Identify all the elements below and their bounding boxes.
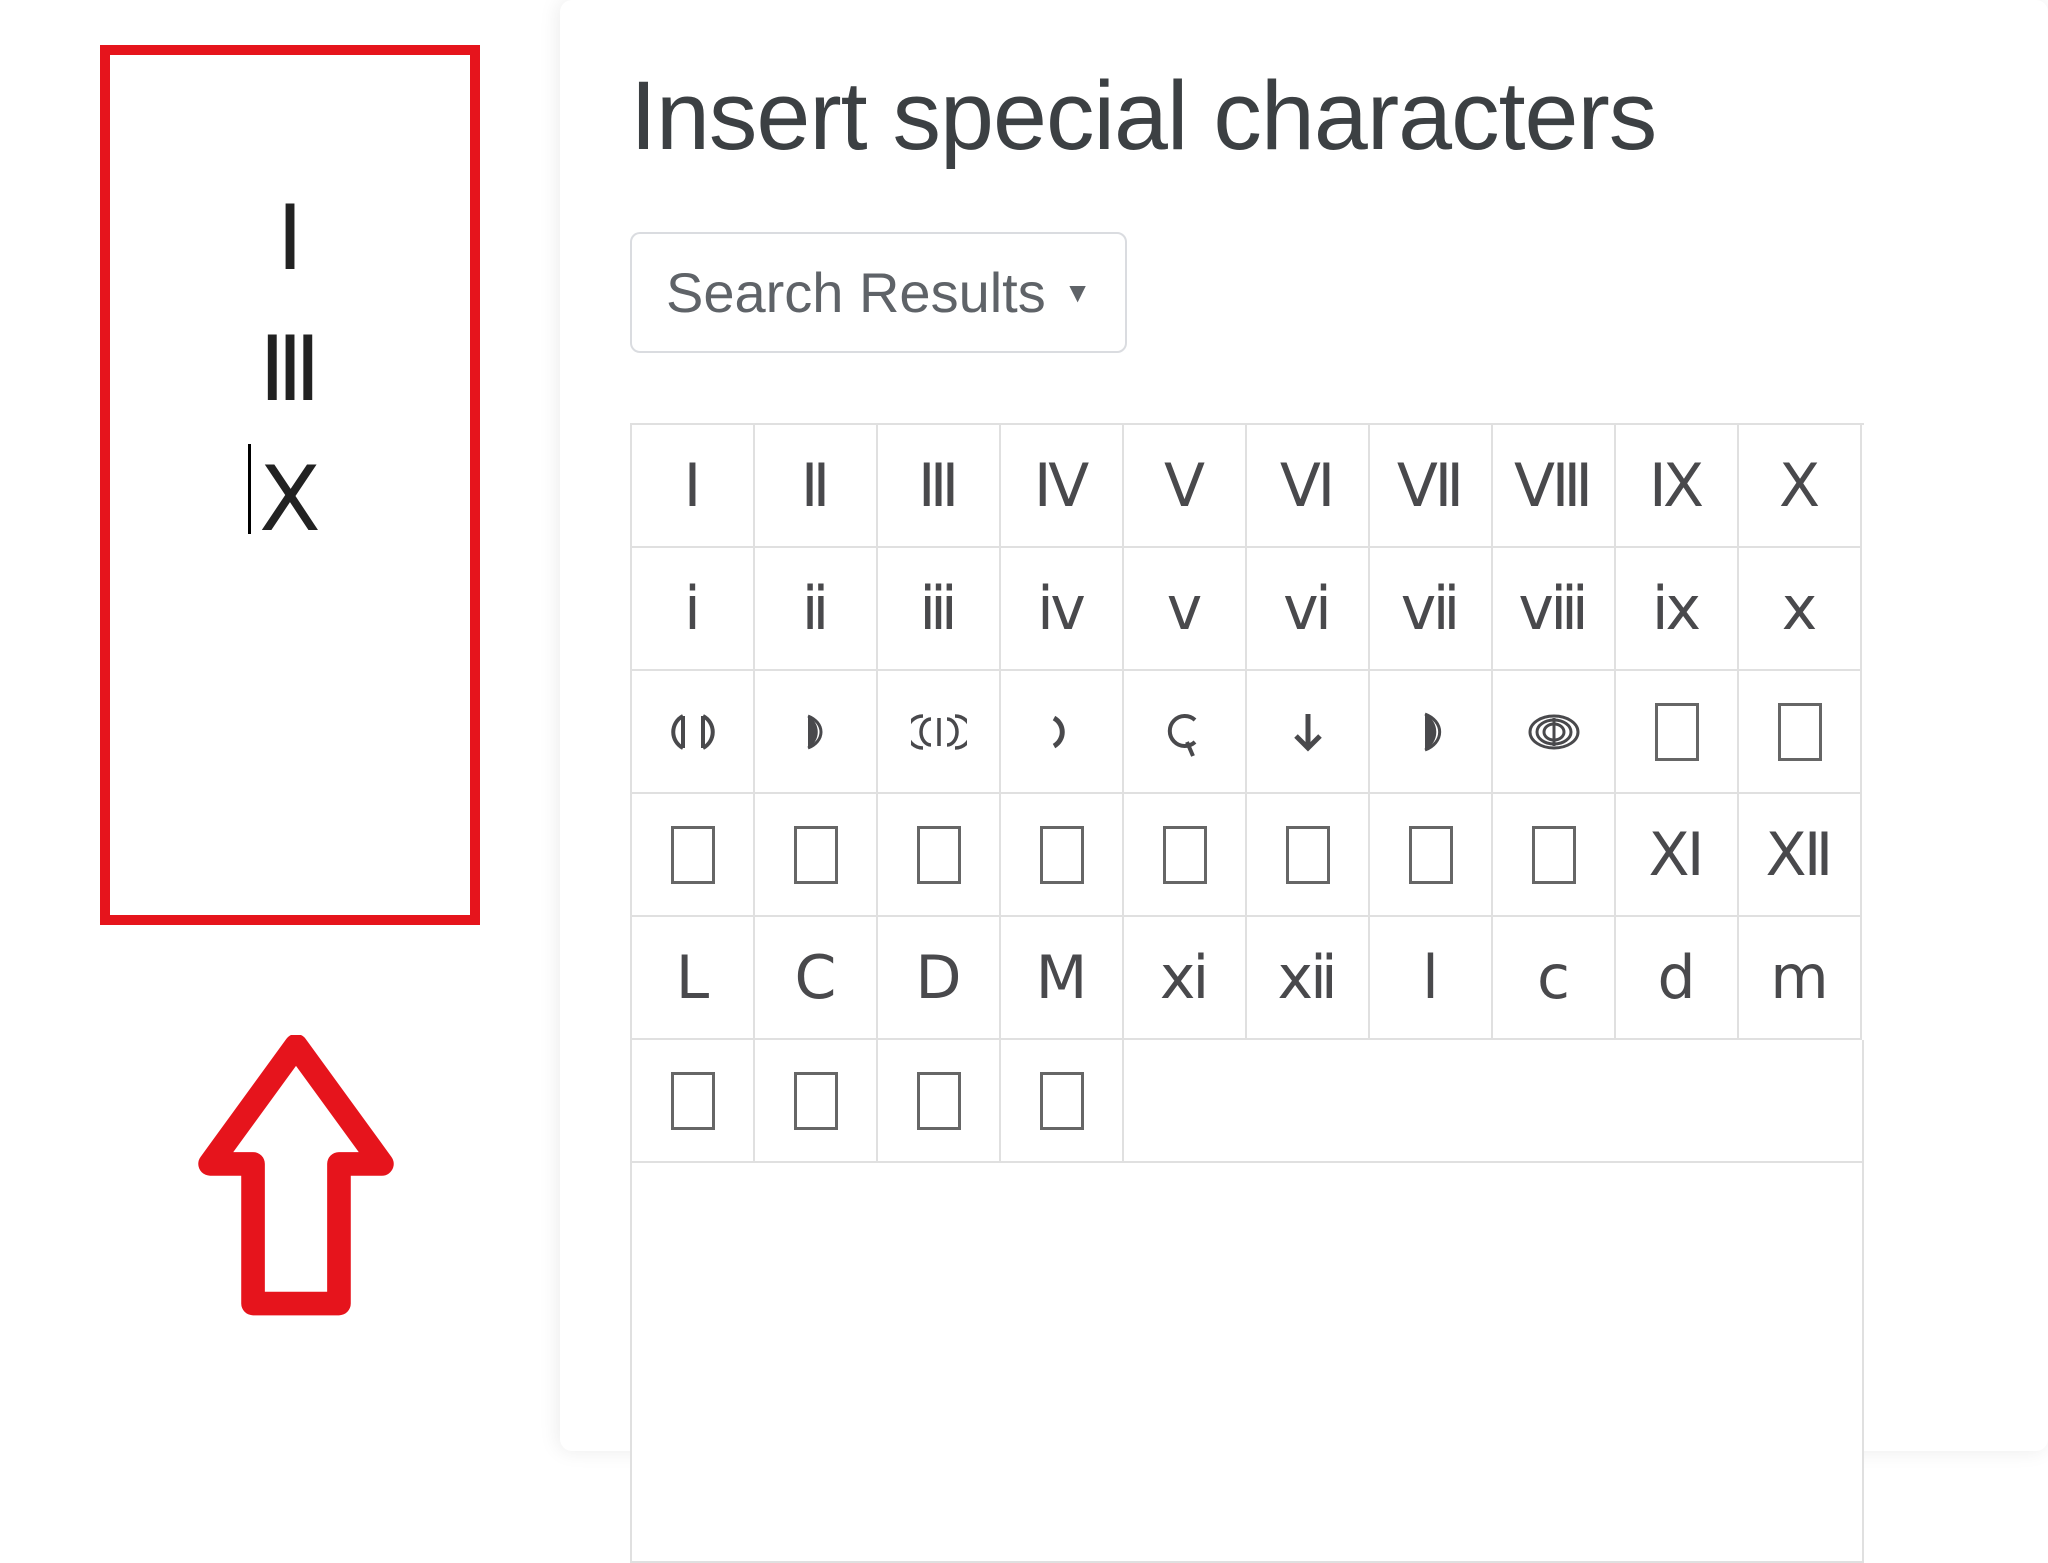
char-small-roman-numeral-ten[interactable]: ⅹ bbox=[1739, 548, 1862, 671]
annotation-arrow-icon bbox=[186, 1035, 406, 1325]
char-roman-numeral-three[interactable]: Ⅲ bbox=[878, 425, 1001, 548]
char-unknown-glyph-1[interactable] bbox=[1616, 671, 1739, 794]
char-small-roman-numeral-five[interactable]: ⅴ bbox=[1124, 548, 1247, 671]
char-small-roman-numeral-six[interactable]: ⅵ bbox=[1247, 548, 1370, 671]
char-unknown-glyph-7[interactable] bbox=[1124, 794, 1247, 917]
char-small-roman-numeral-five-hundred[interactable]: ⅾ bbox=[1616, 917, 1739, 1040]
char-small-roman-numeral-nine[interactable]: ⅸ bbox=[1616, 548, 1739, 671]
char-unknown-glyph-10[interactable] bbox=[1493, 794, 1616, 917]
category-dropdown[interactable]: Search Results ▼ bbox=[630, 232, 1127, 353]
char-unknown-glyph-13[interactable] bbox=[878, 1040, 1001, 1163]
text-cursor bbox=[248, 444, 251, 534]
grid-empty-area bbox=[1124, 1040, 1864, 1163]
char-small-roman-numeral-seven[interactable]: ⅶ bbox=[1370, 548, 1493, 671]
category-dropdown-label: Search Results bbox=[666, 260, 1046, 325]
char-roman-numeral-fifty[interactable]: Ⅼ bbox=[632, 917, 755, 1040]
char-small-roman-numeral-fifty[interactable]: ⅼ bbox=[1370, 917, 1493, 1040]
char-roman-numeral-one-hundred[interactable]: Ⅽ bbox=[755, 917, 878, 1040]
char-roman-numeral-ten-thousand[interactable] bbox=[878, 671, 1001, 794]
missing-glyph-icon bbox=[794, 1072, 838, 1130]
char-roman-numeral-one-hundred-thousand-alt[interactable] bbox=[1493, 671, 1616, 794]
char-unknown-glyph-12[interactable] bbox=[755, 1040, 878, 1163]
char-roman-numeral-nine[interactable]: Ⅸ bbox=[1616, 425, 1739, 548]
missing-glyph-icon bbox=[1532, 826, 1576, 884]
char-small-roman-numeral-eight[interactable]: ⅷ bbox=[1493, 548, 1616, 671]
doc-line-2: Ⅲ bbox=[110, 306, 470, 437]
missing-glyph-icon bbox=[1286, 826, 1330, 884]
missing-glyph-icon bbox=[1778, 703, 1822, 761]
roman-numeral-five-thousand-icon bbox=[788, 704, 844, 760]
char-roman-numeral-six[interactable]: Ⅵ bbox=[1247, 425, 1370, 548]
roman-numeral-one-hundred-thousand-icon bbox=[665, 704, 721, 760]
char-roman-numeral-four[interactable]: Ⅳ bbox=[1001, 425, 1124, 548]
char-small-roman-numeral-one-hundred[interactable]: ⅽ bbox=[1493, 917, 1616, 1040]
char-unknown-glyph-5[interactable] bbox=[878, 794, 1001, 917]
char-roman-quinarius-sign[interactable] bbox=[1247, 671, 1370, 794]
char-small-roman-numeral-one[interactable]: ⅰ bbox=[632, 548, 755, 671]
char-roman-numeral-seven[interactable]: Ⅶ bbox=[1370, 425, 1493, 548]
char-small-roman-numeral-twelve[interactable]: ⅻ bbox=[1247, 917, 1370, 1040]
doc-line-1: Ⅰ bbox=[110, 175, 470, 306]
missing-glyph-icon bbox=[671, 826, 715, 884]
roman-numeral-ten-thousand-icon bbox=[911, 704, 967, 760]
missing-glyph-icon bbox=[794, 826, 838, 884]
character-grid: ⅠⅡⅢⅣⅤⅥⅦⅧⅨⅩⅰⅱⅲⅳⅴⅵⅶⅷⅸⅹⅪⅫ ⅬⅭⅮⅯⅺⅻⅼⅽⅾⅿ bbox=[630, 423, 1864, 1563]
char-roman-numeral-eleven[interactable]: Ⅺ bbox=[1616, 794, 1739, 917]
char-small-roman-numeral-eleven[interactable]: ⅺ bbox=[1124, 917, 1247, 1040]
doc-line-3: Ⅹ bbox=[110, 436, 470, 567]
char-roman-numeral-eight[interactable]: Ⅷ bbox=[1493, 425, 1616, 548]
char-roman-numeral-ten[interactable]: Ⅹ bbox=[1739, 425, 1862, 548]
char-unknown-glyph-11[interactable] bbox=[632, 1040, 755, 1163]
char-unknown-glyph-14[interactable] bbox=[1001, 1040, 1124, 1163]
dialog-title: Insert special characters bbox=[630, 60, 2048, 172]
missing-glyph-icon bbox=[1040, 826, 1084, 884]
char-roman-numeral-two[interactable]: Ⅱ bbox=[755, 425, 878, 548]
roman-siliqua-sign-icon bbox=[1157, 704, 1213, 760]
char-unknown-glyph-8[interactable] bbox=[1247, 794, 1370, 917]
char-unknown-glyph-4[interactable] bbox=[755, 794, 878, 917]
char-roman-numeral-one-thousand[interactable]: Ⅿ bbox=[1001, 917, 1124, 1040]
char-unknown-glyph-6[interactable] bbox=[1001, 794, 1124, 917]
special-characters-dialog: Insert special characters Search Results… bbox=[560, 0, 2048, 1451]
char-small-roman-numeral-two[interactable]: ⅱ bbox=[755, 548, 878, 671]
missing-glyph-icon bbox=[1409, 826, 1453, 884]
char-roman-numeral-twelve[interactable]: Ⅻ bbox=[1739, 794, 1862, 917]
missing-glyph-icon bbox=[1163, 826, 1207, 884]
char-unknown-glyph-3[interactable] bbox=[632, 794, 755, 917]
char-unknown-glyph-2[interactable] bbox=[1739, 671, 1862, 794]
char-small-roman-numeral-one-thousand[interactable]: ⅿ bbox=[1739, 917, 1862, 1040]
char-roman-siliqua-sign[interactable] bbox=[1124, 671, 1247, 794]
char-small-roman-numeral-three[interactable]: ⅲ bbox=[878, 548, 1001, 671]
char-roman-numeral-one-hundred-thousand[interactable] bbox=[632, 671, 755, 794]
roman-quinarius-sign-icon bbox=[1280, 704, 1336, 760]
char-roman-numeral-fifty-thousand[interactable] bbox=[1370, 671, 1493, 794]
roman-numeral-reversed-hundred-icon bbox=[1034, 704, 1090, 760]
missing-glyph-icon bbox=[1040, 1072, 1084, 1130]
char-roman-numeral-five[interactable]: Ⅴ bbox=[1124, 425, 1247, 548]
char-roman-numeral-five-hundred[interactable]: Ⅾ bbox=[878, 917, 1001, 1040]
chevron-down-icon: ▼ bbox=[1064, 277, 1092, 309]
document-preview[interactable]: Ⅰ Ⅲ Ⅹ bbox=[100, 45, 480, 925]
grid-remainder bbox=[632, 1163, 1864, 1563]
char-roman-numeral-one[interactable]: Ⅰ bbox=[632, 425, 755, 548]
missing-glyph-icon bbox=[1655, 703, 1699, 761]
roman-numeral-one-hundred-thousand-alt-icon bbox=[1526, 704, 1582, 760]
roman-numeral-fifty-thousand-icon bbox=[1403, 704, 1459, 760]
char-small-roman-numeral-four[interactable]: ⅳ bbox=[1001, 548, 1124, 671]
missing-glyph-icon bbox=[917, 826, 961, 884]
char-roman-numeral-reversed-hundred[interactable] bbox=[1001, 671, 1124, 794]
missing-glyph-icon bbox=[671, 1072, 715, 1130]
char-unknown-glyph-9[interactable] bbox=[1370, 794, 1493, 917]
missing-glyph-icon bbox=[917, 1072, 961, 1130]
char-roman-numeral-five-thousand[interactable] bbox=[755, 671, 878, 794]
